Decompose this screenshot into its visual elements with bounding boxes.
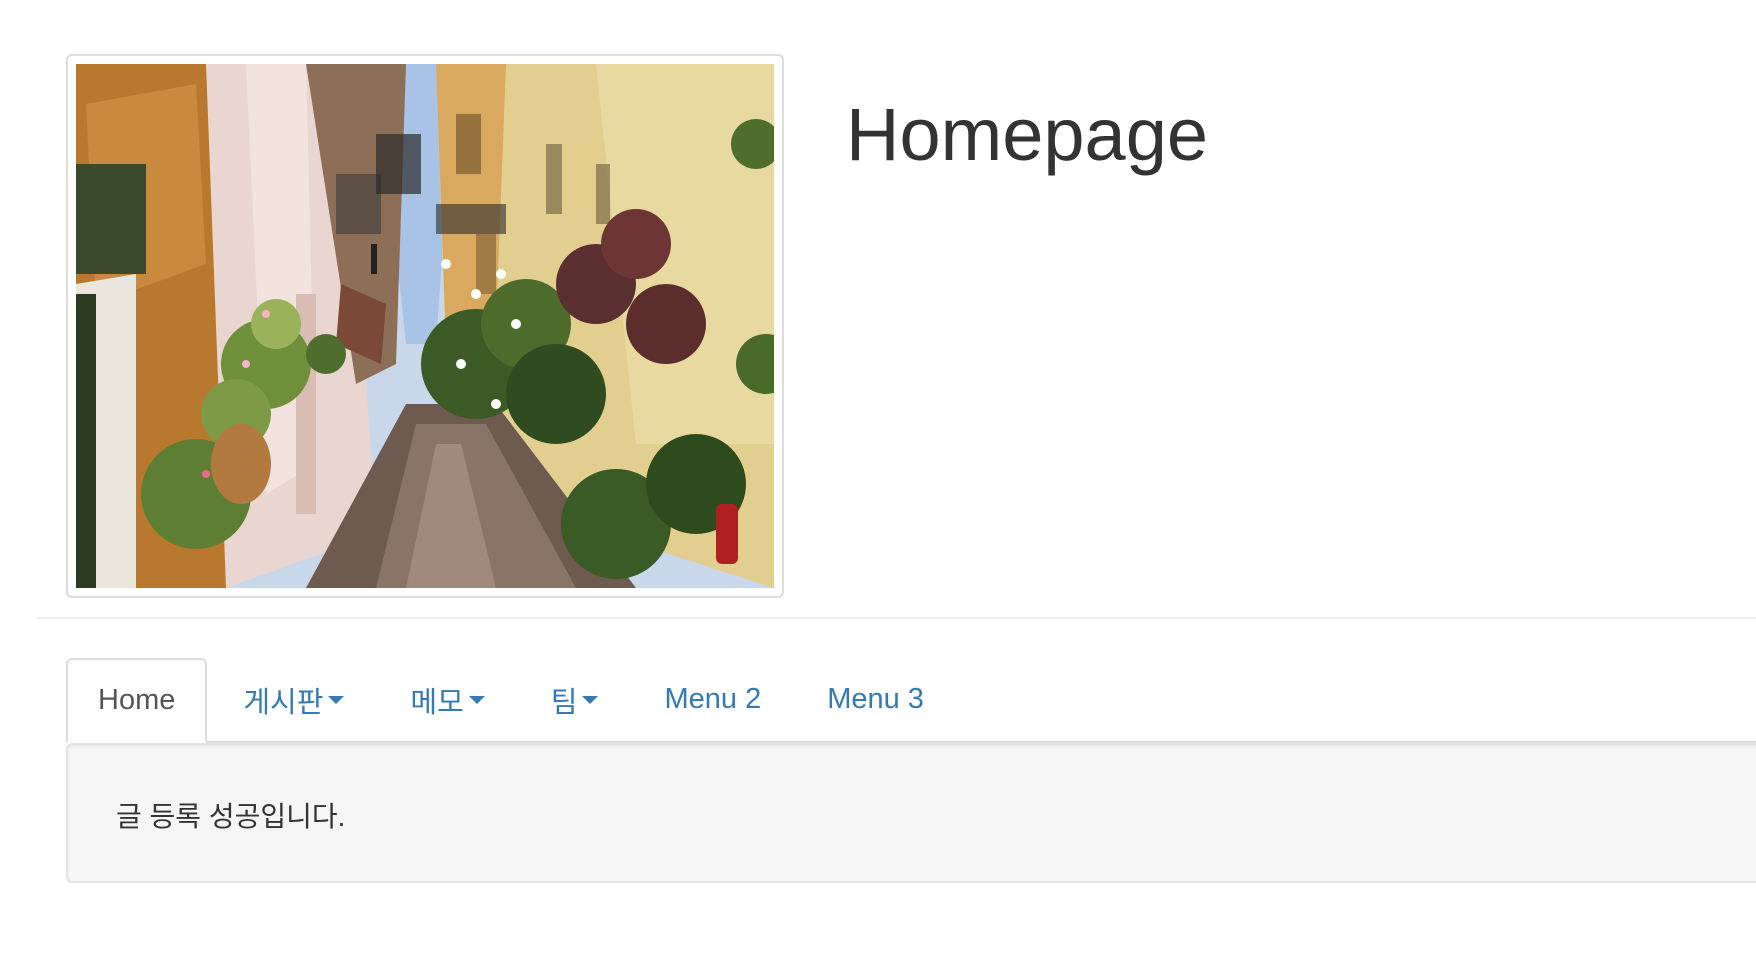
tab-home[interactable]: Home (66, 658, 208, 743)
tab-menu-2-label: Menu 2 (664, 683, 762, 715)
page-title: Homepage (846, 93, 1209, 176)
tab-menu-3-label: Menu 3 (827, 683, 924, 715)
tab-board-dropdown[interactable]: 게시판 (243, 658, 345, 741)
caret-down-icon (468, 695, 485, 704)
page: Homepage Home 게시판 메모 팀 Menu 2 Menu 3 글 등… (0, 0, 1756, 978)
caret-down-icon (328, 695, 345, 704)
nav-tabs: Home 게시판 메모 팀 Menu 2 Menu 3 (66, 658, 1756, 743)
tab-board-label: 게시판 (243, 686, 324, 719)
tab-team-dropdown[interactable]: 팀 (551, 658, 599, 741)
tab-team-label: 팀 (550, 686, 578, 719)
caret-down-icon (582, 695, 599, 704)
tab-memo-dropdown[interactable]: 메모 (410, 658, 485, 741)
header-image (66, 54, 784, 598)
tab-menu-3[interactable]: Menu 3 (827, 658, 924, 741)
tab-menu-2[interactable]: Menu 2 (664, 658, 761, 741)
success-message: 글 등록 성공입니다. (116, 801, 346, 832)
alley-photo (76, 64, 774, 588)
tab-memo-label: 메모 (410, 686, 464, 719)
message-well: 글 등록 성공입니다. (66, 743, 1756, 883)
tab-home-label: Home (98, 684, 176, 716)
header-divider (36, 617, 1756, 619)
